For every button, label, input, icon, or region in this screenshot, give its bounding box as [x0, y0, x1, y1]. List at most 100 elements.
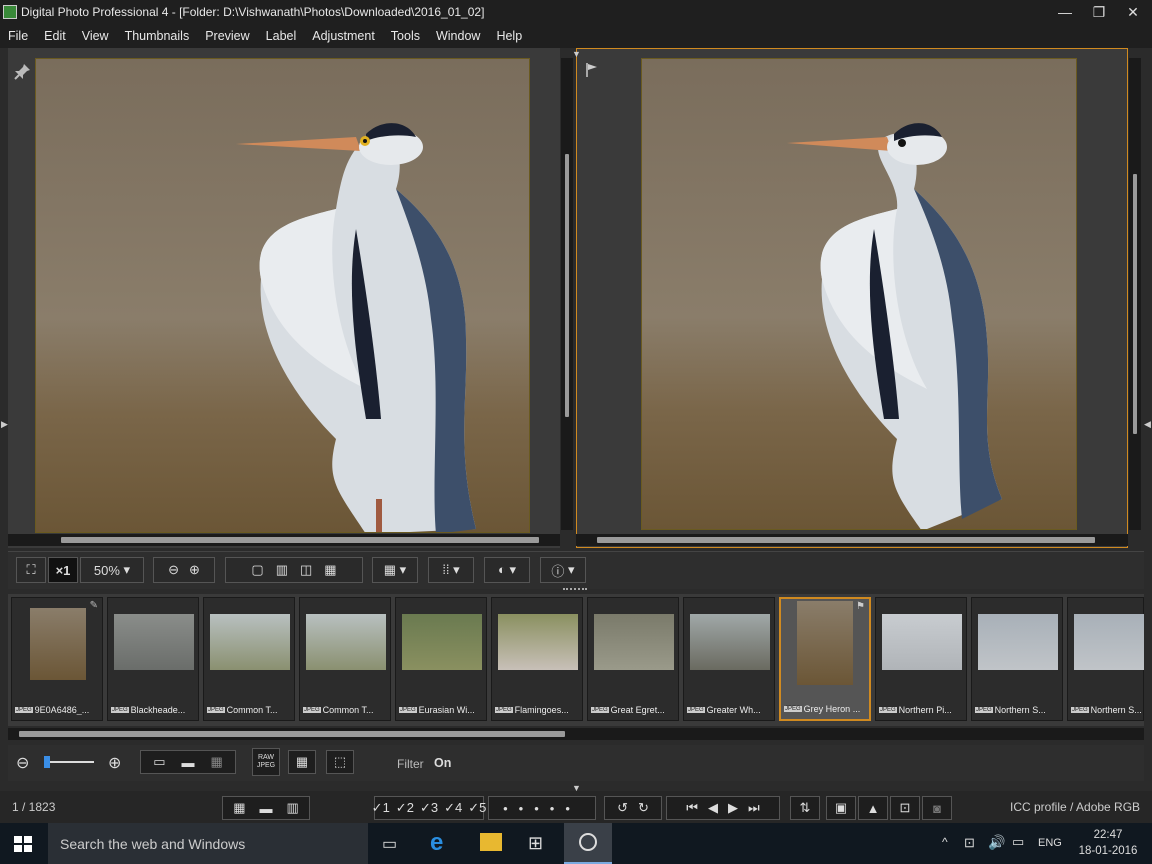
- show-hidden-icons[interactable]: ^: [942, 835, 948, 849]
- search-box[interactable]: Search the web and Windows: [48, 823, 368, 864]
- menu-label[interactable]: Label: [258, 29, 305, 43]
- menu-thumbnails[interactable]: Thumbnails: [117, 29, 198, 43]
- sort-button[interactable]: ⇅: [790, 796, 820, 820]
- filter-value[interactable]: On: [434, 756, 451, 770]
- thumbnail[interactable]: JPEG Eurasian Wi...: [395, 597, 487, 721]
- rating-stars[interactable]: •••••: [488, 796, 596, 820]
- single-view-icon[interactable]: ▢: [251, 562, 263, 578]
- clock[interactable]: 22:47 18-01-2016: [1076, 827, 1140, 859]
- thumbnail[interactable]: JPEG Northern Pi...: [875, 597, 967, 721]
- grid-button[interactable]: ▦ ▾: [372, 557, 418, 583]
- histogram-button[interactable]: ▲: [858, 796, 888, 820]
- preview-image-right[interactable]: [641, 58, 1077, 530]
- thumbnail-selected[interactable]: ⚑ JPEG Grey Heron ...: [779, 597, 871, 721]
- dpp-taskbar-icon[interactable]: [564, 823, 612, 864]
- label-4-button[interactable]: ✓4: [444, 800, 462, 816]
- label-3-button[interactable]: ✓3: [420, 800, 438, 816]
- left-viewer-vscroll[interactable]: [561, 58, 573, 530]
- thumb-view-medium-icon[interactable]: ▬: [182, 755, 195, 770]
- maximize-button[interactable]: ❐: [1082, 0, 1116, 24]
- highlight-warning-button[interactable]: ◐ ▾: [484, 557, 530, 583]
- fit-to-window-button[interactable]: ⛶: [16, 557, 46, 583]
- thumbnail[interactable]: JPEG Great Egret...: [587, 597, 679, 721]
- thumb-size-increase-icon[interactable]: ⊕: [108, 753, 121, 773]
- menu-tools[interactable]: Tools: [383, 29, 428, 43]
- compare-view-icon[interactable]: ◫: [300, 562, 312, 578]
- volume-icon[interactable]: 🔊: [988, 834, 1005, 851]
- thumbnail[interactable]: ✎ JPEG 9E0A6486_...: [11, 597, 103, 721]
- side-by-side-icon[interactable]: ▥: [276, 562, 288, 578]
- thumb-size-slider[interactable]: [44, 756, 94, 768]
- next-image-icon[interactable]: ▶: [728, 800, 738, 816]
- thumbnail[interactable]: JPEG Northern S...: [1067, 597, 1144, 721]
- zoom-select[interactable]: 50% ▾: [80, 557, 144, 583]
- expand-right-arrow[interactable]: ◀: [1144, 419, 1151, 429]
- thumb-view-large-icon[interactable]: ▦: [211, 754, 223, 770]
- thumbnail[interactable]: JPEG Flamingoes...: [491, 597, 583, 721]
- layout-mode-buttons: ▦ ▬ ▥: [222, 796, 310, 820]
- store-icon[interactable]: ⊞: [528, 833, 543, 854]
- zoom-out-icon[interactable]: ⊖: [168, 562, 179, 578]
- flag-icon[interactable]: [584, 62, 600, 78]
- last-image-icon[interactable]: ⏭: [748, 800, 760, 816]
- thumbnail[interactable]: JPEG Blackheade...: [107, 597, 199, 721]
- grid-layout-icon[interactable]: ▦: [233, 800, 245, 816]
- menu-file[interactable]: File: [0, 29, 36, 43]
- thumbnail[interactable]: JPEG Common T...: [299, 597, 391, 721]
- menu-help[interactable]: Help: [488, 29, 530, 43]
- expand-left-arrow[interactable]: ▶: [1, 419, 8, 429]
- select-area-button[interactable]: ⬚: [326, 750, 354, 774]
- collapse-top-arrow[interactable]: ▼: [572, 49, 581, 59]
- info-button[interactable]: ⓘ ▾: [540, 557, 586, 583]
- thumb-size-decrease-icon[interactable]: ⊖: [16, 753, 29, 773]
- right-viewer-vscroll[interactable]: [1129, 58, 1141, 530]
- menu-edit[interactable]: Edit: [36, 29, 74, 43]
- window-title: Digital Photo Professional 4 - [Folder: …: [21, 5, 485, 19]
- minimize-button[interactable]: —: [1048, 0, 1082, 24]
- prev-image-icon[interactable]: ◀: [708, 800, 718, 816]
- menu-view[interactable]: View: [74, 29, 117, 43]
- auto-adjust-button[interactable]: ⊡: [890, 796, 920, 820]
- zoom-controls: ⊖ ⊕: [153, 557, 215, 583]
- action-center-icon[interactable]: ▭: [1012, 834, 1024, 850]
- label-5-button[interactable]: ✓5: [468, 800, 486, 816]
- thumbnail[interactable]: JPEG Northern S...: [971, 597, 1063, 721]
- label-1-button[interactable]: ✓1: [372, 800, 390, 816]
- thumbnail-hscroll[interactable]: [8, 728, 1144, 740]
- filmstrip-layout-icon[interactable]: ▬: [260, 801, 273, 816]
- rotate-left-icon[interactable]: ↺: [617, 800, 628, 816]
- file-explorer-icon[interactable]: [480, 833, 502, 851]
- info-icon: ⓘ: [551, 563, 565, 579]
- splitter-handle[interactable]: [563, 588, 587, 592]
- thumbnail[interactable]: JPEG Greater Wh...: [683, 597, 775, 721]
- close-button[interactable]: ✕: [1116, 0, 1150, 24]
- windows-start-icon[interactable]: [14, 836, 32, 852]
- task-view-icon[interactable]: ▭: [382, 834, 397, 854]
- network-icon[interactable]: ⊡: [964, 835, 975, 851]
- left-viewer-hscroll[interactable]: [8, 534, 560, 546]
- thumb-view-small-icon[interactable]: ▭: [153, 754, 165, 770]
- pin-icon[interactable]: [12, 62, 32, 82]
- raw-jpeg-button[interactable]: RAW JPEG: [252, 748, 280, 776]
- preview-image-left[interactable]: [35, 58, 530, 533]
- menu-preview[interactable]: Preview: [197, 29, 257, 43]
- right-viewer-hscroll[interactable]: [576, 534, 1128, 546]
- zoom-x1-button[interactable]: ×1: [48, 557, 78, 583]
- first-image-icon[interactable]: ⏮: [686, 800, 698, 816]
- highlight-view-icon[interactable]: ▦: [324, 562, 336, 578]
- tool-palette-button[interactable]: ▣: [826, 796, 856, 820]
- label-2-button[interactable]: ✓2: [396, 800, 414, 816]
- language-indicator[interactable]: ENG: [1038, 837, 1062, 849]
- status-bar: 1 / 1823 ▦ ▬ ▥ ✓1 ✓2 ✓3 ✓4 ✓5 ••••• ↺ ↻ …: [0, 791, 1152, 823]
- list-layout-icon[interactable]: ▥: [287, 800, 299, 816]
- zoom-in-icon[interactable]: ⊕: [189, 562, 200, 578]
- menu-adjustment[interactable]: Adjustment: [304, 29, 383, 43]
- thumbnail[interactable]: JPEG Common T...: [203, 597, 295, 721]
- menu-window[interactable]: Window: [428, 29, 488, 43]
- multi-select-button[interactable]: ▦: [288, 750, 316, 774]
- zoom-level-text: 50%: [93, 562, 120, 578]
- edge-icon[interactable]: e: [430, 829, 443, 857]
- camera-icon[interactable]: ◙: [922, 796, 952, 820]
- af-points-button[interactable]: ⁞⁞ ▾: [428, 557, 474, 583]
- rotate-right-icon[interactable]: ↻: [638, 800, 649, 816]
